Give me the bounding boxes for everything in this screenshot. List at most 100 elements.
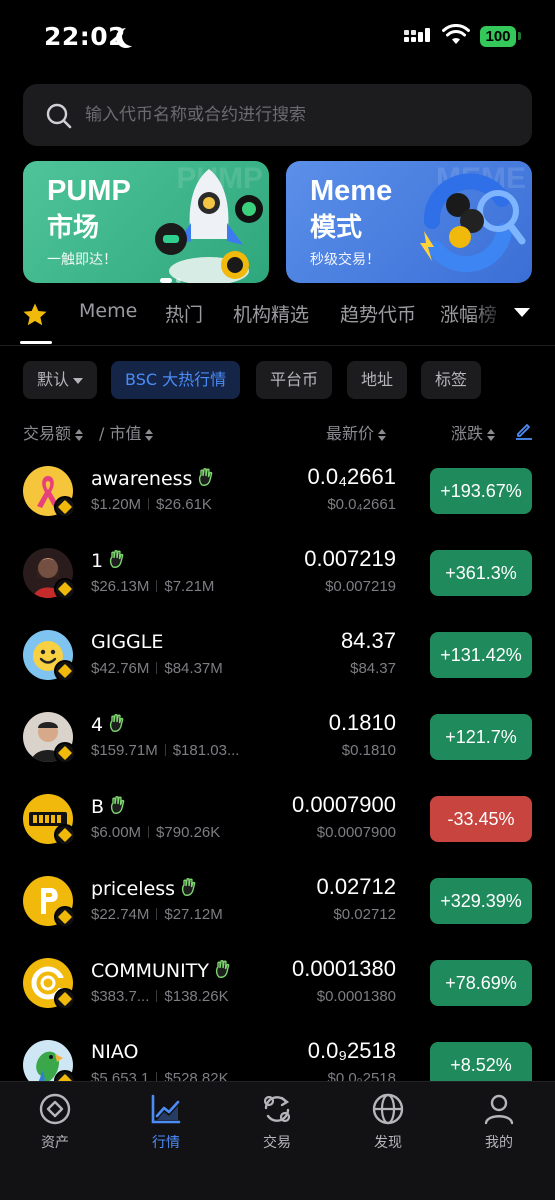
token-volume: $6.00M <box>91 824 142 841</box>
token-row[interactable]: priceless $22.74M $27.12M 0.02712 $0.0271… <box>0 874 555 958</box>
token-price: 0.0001380 <box>292 956 396 981</box>
token-volume: $1.20M <box>91 496 142 513</box>
battery-tip <box>518 32 521 40</box>
token-volume: $159.71M <box>91 742 158 759</box>
token-price-usd: $0.1810 <box>341 742 396 759</box>
bsc-chain-icon <box>54 496 76 518</box>
signal-icon <box>404 28 434 46</box>
token-row[interactable]: awareness $1.20M $26.61K 0.0₄2661 $0.0₄26… <box>0 464 555 548</box>
token-meta: $42.76M $84.37M <box>91 660 223 677</box>
profile-icon <box>484 1094 514 1125</box>
token-row[interactable]: GIGGLE $42.76M $84.37M 84.37 $84.37 +131.… <box>0 628 555 712</box>
nav-assets[interactable]: 资产 <box>15 1092 95 1152</box>
chip-platform-coin[interactable]: 平台币 <box>256 361 333 399</box>
token-price: 84.37 <box>340 628 396 653</box>
token-price: 0.007219 <box>304 546 396 571</box>
token-price: 0.1810 <box>328 710 396 735</box>
meme-mode-banner[interactable]: MEME Meme 模式 秒级交易！ <box>286 161 532 283</box>
trade-icon <box>263 1095 291 1123</box>
wifi-icon <box>442 24 470 44</box>
token-row[interactable]: COMMUNITY $383.7... $138.26K 0.0001380 $0… <box>0 956 555 1040</box>
banner-pagination <box>160 268 185 287</box>
chip-bsc-hot[interactable]: BSC 大热行情 <box>111 361 241 399</box>
bsc-chain-icon <box>54 824 76 846</box>
assets-icon <box>39 1093 71 1125</box>
token-volume: $383.7... <box>91 988 150 1005</box>
search-input[interactable]: 输入代币名称或合约进行搜索 <box>23 84 532 146</box>
token-meta: $383.7... $138.26K <box>91 988 229 1005</box>
token-price: 0.0007900 <box>292 792 396 817</box>
token-meta: $6.00M $790.26K <box>91 824 220 841</box>
token-change-badge[interactable]: +131.42% <box>430 632 532 678</box>
token-price-usd: $0.0001380 <box>316 988 396 1005</box>
token-row[interactable]: B $6.00M $790.26K 0.0007900 $0.0007900 -3… <box>0 792 555 876</box>
wave-hand-icon <box>215 960 230 978</box>
banner-title: PUMP <box>47 175 131 207</box>
separator <box>148 826 150 838</box>
token-volume: $22.74M <box>91 906 150 923</box>
wave-hand-icon <box>110 714 124 732</box>
market-tabs: Meme 热门 机构精选 趋势代币 涨幅榜 <box>0 296 555 346</box>
token-name: 4 <box>91 713 127 736</box>
token-name-text: B <box>91 796 105 818</box>
token-change-badge[interactable]: +361.3% <box>430 550 532 596</box>
tab-institutional-picks[interactable]: 机构精选 <box>233 300 309 327</box>
token-name: COMMUNITY <box>91 959 233 982</box>
sort-mcap[interactable]: / 市值 <box>99 420 154 444</box>
sort-volume[interactable]: 交易额 <box>23 420 84 444</box>
chip-tags[interactable]: 标签 <box>421 361 482 399</box>
token-price-usd: $84.37 <box>350 660 396 677</box>
col-mcap-label: / 市值 <box>99 424 142 443</box>
bsc-chain-icon <box>54 742 76 764</box>
nav-discover[interactable]: 发现 <box>348 1092 428 1152</box>
sort-icon <box>378 428 387 441</box>
edit-columns-icon[interactable] <box>514 420 534 440</box>
wave-hand-icon <box>110 550 124 568</box>
search-placeholder: 输入代币名称或合约进行搜索 <box>85 105 306 125</box>
globe-icon <box>372 1093 404 1125</box>
token-mcap: $7.21M <box>164 578 215 595</box>
token-change-badge[interactable]: +121.7% <box>430 714 532 760</box>
token-meta: $26.13M $7.21M <box>91 578 214 595</box>
sort-change[interactable]: 涨跌 <box>451 420 496 444</box>
moon-icon <box>122 26 142 46</box>
sort-icon <box>145 428 154 441</box>
token-name-text: COMMUNITY <box>91 960 209 982</box>
token-change-badge[interactable]: +78.69% <box>430 960 532 1006</box>
nav-profile[interactable]: 我的 <box>459 1092 539 1152</box>
nav-market[interactable]: 行情 <box>126 1092 206 1152</box>
banner-subtitle: 市场 <box>47 213 100 243</box>
tab-hot[interactable]: 热门 <box>165 300 203 327</box>
nav-label: 交易 <box>263 1135 291 1151</box>
token-row[interactable]: 4 $159.71M $181.03... 0.1810 $0.1810 +121… <box>0 710 555 794</box>
token-price-usd: $0.0₄2661 <box>327 496 396 513</box>
banner-desc: 一触即达！ <box>47 252 117 268</box>
token-mcap: $138.26K <box>164 988 229 1005</box>
token-price-usd: $0.007219 <box>325 578 396 595</box>
token-change-badge[interactable]: +193.67% <box>430 468 532 514</box>
chip-address[interactable]: 地址 <box>347 361 408 399</box>
pump-market-banner[interactable]: PUMP PUMP 市场 一触即达！ <box>23 161 269 283</box>
chip-default[interactable]: 默认 <box>23 361 98 399</box>
tabs-more-caret-icon[interactable] <box>514 308 530 317</box>
nav-label: 发现 <box>374 1135 402 1151</box>
token-name: NIAO <box>91 1041 139 1063</box>
favorites-star-icon[interactable] <box>22 302 48 328</box>
token-change-badge[interactable]: -33.45% <box>430 796 532 842</box>
token-name-text: 1 <box>91 550 104 572</box>
token-name-text: awareness <box>91 468 193 490</box>
token-name-text: 4 <box>91 714 104 736</box>
tab-meme[interactable]: Meme <box>79 300 137 322</box>
nav-trade[interactable]: 交易 <box>237 1092 317 1152</box>
bottom-navigation: 资产 行情 交易 发现 我的 <box>0 1081 555 1200</box>
separator <box>156 580 158 592</box>
token-row[interactable]: 1 $26.13M $7.21M 0.007219 $0.007219 +361.… <box>0 546 555 630</box>
wave-hand-icon <box>181 878 196 896</box>
sort-price[interactable]: 最新价 <box>326 420 387 444</box>
banner-subtitle: 模式 <box>310 213 363 243</box>
token-name: awareness <box>91 467 216 490</box>
col-volume-label: 交易额 <box>23 424 72 443</box>
token-change-badge[interactable]: +329.39% <box>430 878 532 924</box>
search-icon <box>46 103 72 129</box>
tab-trending-tokens[interactable]: 趋势代币 <box>340 300 416 327</box>
